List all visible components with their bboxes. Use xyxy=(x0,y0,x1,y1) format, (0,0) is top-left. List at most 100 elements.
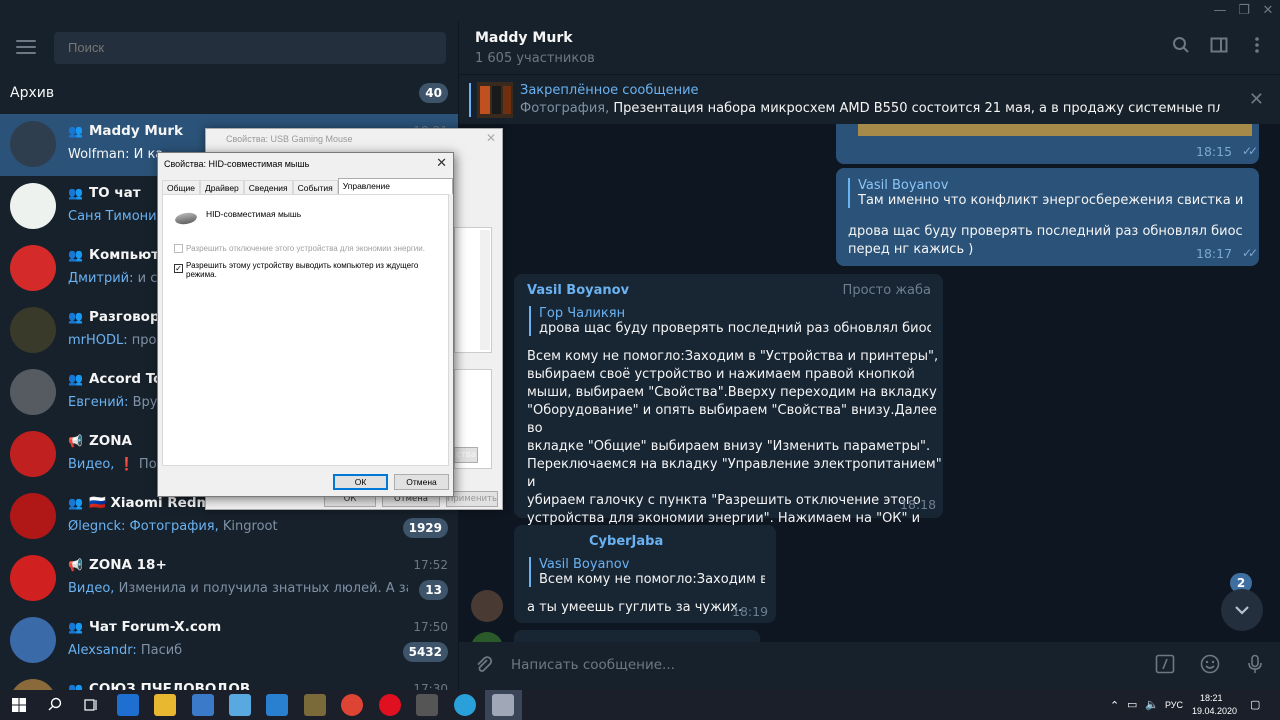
reply-author: Гор Чаликян xyxy=(539,306,626,321)
more-options-icon[interactable] xyxy=(1245,36,1269,60)
chat-avatar xyxy=(10,679,56,690)
hid-mouse-properties-dialog[interactable]: Свойства: HID-совместимая мышь ✕ Общие Д… xyxy=(157,152,454,497)
scrollbar[interactable] xyxy=(1272,124,1280,642)
hamburger-menu-icon[interactable] xyxy=(16,40,36,56)
close-icon[interactable]: ✕ xyxy=(486,131,496,145)
message-sender[interactable]: CyberJaba xyxy=(589,534,663,549)
clock-time[interactable]: 18:21 xyxy=(1200,693,1223,703)
scroll-down-button[interactable] xyxy=(1221,589,1263,631)
allow-wake-checkbox[interactable]: ✓ xyxy=(174,264,183,273)
message-sender[interactable]: Vasil Boyanov xyxy=(527,283,629,298)
ok-button[interactable]: ОК xyxy=(333,474,388,490)
user-avatar[interactable] xyxy=(471,590,503,622)
store-icon[interactable] xyxy=(192,694,214,716)
chat-title[interactable]: Maddy Murk xyxy=(475,30,573,46)
dialog-title: Свойства: USB Gaming Mouse xyxy=(226,134,353,144)
windows-start-icon[interactable] xyxy=(8,694,30,716)
chat-item[interactable]: 👥 СОЮЗ ПЧЕЛОВОДОВ 17:30 xyxy=(0,672,458,690)
chrome-icon[interactable] xyxy=(341,694,363,716)
opera-icon[interactable] xyxy=(379,694,401,716)
reply-quote[interactable]: Vasil Boyanov Там именно что конфликт эн… xyxy=(848,178,1248,208)
notifications-icon[interactable]: ▢ xyxy=(1250,698,1260,711)
cancel-button[interactable]: Отмена xyxy=(394,474,449,490)
language-indicator[interactable]: РУС xyxy=(1165,700,1183,710)
dialog-tabs: Общие Драйвер Сведения События Управлени… xyxy=(162,178,453,203)
clock-date[interactable]: 19.04.2020 xyxy=(1192,706,1237,716)
search-input[interactable] xyxy=(54,32,446,64)
attach-icon[interactable] xyxy=(471,654,495,678)
chat-name: 👥 Компьюте xyxy=(68,247,169,263)
device-manager-icon[interactable] xyxy=(492,694,514,716)
allow-wake-label: Разрешить этому устройству выводить комп… xyxy=(186,261,419,279)
app-icon[interactable] xyxy=(229,694,251,716)
chat-avatar xyxy=(10,493,56,539)
reply-text: Там именно что конфликт энергосбережения… xyxy=(858,193,1248,208)
file-explorer-icon[interactable] xyxy=(154,694,176,716)
message-in-partial[interactable] xyxy=(514,630,760,642)
reply-quote[interactable]: Гор Чаликян дрова щас буду проверять пос… xyxy=(529,306,931,336)
read-ticks-icon: ✓✓ xyxy=(1242,246,1258,260)
message-text: а ты умеешь гуглить за чужих. xyxy=(527,600,743,615)
group-icon: 👥 xyxy=(68,124,83,138)
telegram-icon[interactable] xyxy=(454,694,476,716)
reply-author: Vasil Boyanov xyxy=(539,557,630,572)
member-count: 1 605 участников xyxy=(475,51,595,66)
minimize-button[interactable]: — xyxy=(1208,2,1232,20)
pinned-message[interactable]: Закреплённое сообщение Фотография, Презе… xyxy=(458,74,1280,124)
maximize-button[interactable]: ❐ xyxy=(1232,2,1256,20)
mail-icon[interactable] xyxy=(266,694,288,716)
bot-commands-icon[interactable] xyxy=(1153,654,1177,678)
group-icon: 👥 xyxy=(68,620,83,634)
reply-quote[interactable]: Vasil Boyanov Всем кому не помогло:Заход… xyxy=(529,557,765,587)
tab-power-management[interactable]: Управление электропитанием xyxy=(337,178,453,203)
chat-avatar xyxy=(10,431,56,477)
calculator-icon[interactable] xyxy=(416,694,438,716)
chat-time: 17:52 xyxy=(413,558,448,572)
tab-general[interactable]: Общие xyxy=(162,180,200,194)
close-button[interactable]: ✕ xyxy=(1256,2,1280,20)
chat-item[interactable]: 📢 ZONA 18+ Видео, Изменила и получила знат… xyxy=(0,548,458,610)
scrollbar[interactable] xyxy=(480,230,490,350)
device-list[interactable] xyxy=(454,227,492,353)
chat-name: 📢 ZONA xyxy=(68,433,132,449)
close-icon[interactable]: ✕ xyxy=(436,155,447,171)
chat-name: 👥 Accord Tor xyxy=(68,371,170,387)
tab-events[interactable]: События xyxy=(292,180,338,194)
sidebar-toggle-icon[interactable] xyxy=(1207,36,1231,60)
message-in[interactable]: Vasil Boyanov Просто жаба Гор Чаликян др… xyxy=(514,274,943,544)
message-in[interactable]: CyberJaba Vasil Boyanov Всем кому не пом… xyxy=(514,525,776,623)
chat-item[interactable]: 👥 Чат Forum-X.com Alexsandr: Пасиб 17:50 543… xyxy=(0,610,458,672)
chat-preview: Ølegnck: Фотография, Kingroot xyxy=(68,519,278,534)
chat-preview: Видео, Изменила и получила знатных люлей… xyxy=(68,581,408,596)
close-pinned-icon[interactable]: ✕ xyxy=(1249,89,1264,110)
search-icon[interactable] xyxy=(1169,36,1193,60)
message-photo-out[interactable]: 18:15 ✓✓ xyxy=(836,124,1259,164)
user-avatar[interactable] xyxy=(471,632,503,642)
microphone-icon[interactable] xyxy=(1243,654,1267,678)
read-ticks-icon: ✓✓ xyxy=(1242,144,1258,158)
group-icon: 👥 xyxy=(68,186,83,200)
chat-preview: Alexsandr: Пасиб xyxy=(68,643,183,658)
message-out[interactable]: Vasil Boyanov Там именно что конфликт эн… xyxy=(836,168,1259,266)
search-icon[interactable] xyxy=(44,694,66,716)
windows-taskbar: ⌃ ▭ 🔈 РУС 18:21 19.04.2020 ▢ xyxy=(0,690,1280,720)
allow-power-off-checkbox[interactable] xyxy=(174,244,183,253)
tab-driver[interactable]: Драйвер xyxy=(199,180,244,194)
volume-icon[interactable]: 🔈 xyxy=(1145,698,1159,711)
tab-details[interactable]: Сведения xyxy=(243,180,293,194)
tray-chevron-icon[interactable]: ⌃ xyxy=(1110,699,1119,712)
network-icon[interactable]: ▭ xyxy=(1127,698,1137,711)
emoji-icon[interactable] xyxy=(1198,654,1222,678)
edge-browser-icon[interactable] xyxy=(117,694,139,716)
archive-label[interactable]: Архив xyxy=(10,85,54,101)
message-text: Всем кому не помогло:Заходим в "Устройст… xyxy=(527,349,942,544)
properties-button[interactable]: ства xyxy=(454,447,478,463)
dialog-title: Свойства: HID-совместимая мышь xyxy=(164,159,310,169)
task-view-icon[interactable] xyxy=(80,694,102,716)
chevron-down-icon xyxy=(1235,606,1249,615)
message-time: 18:19 xyxy=(732,604,769,619)
chat-name: 👥 🇷🇺 Xiaomi Redmi xyxy=(68,495,216,511)
app-icon[interactable] xyxy=(304,694,326,716)
message-input[interactable]: Написать сообщение... xyxy=(511,657,675,673)
group-icon: 👥 xyxy=(68,248,83,262)
